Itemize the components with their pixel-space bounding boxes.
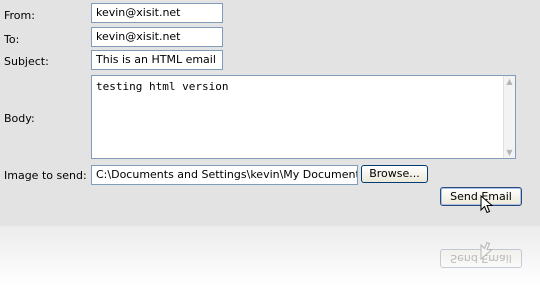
image-label: Image to send: — [4, 169, 87, 182]
scroll-up-icon[interactable]: ▲ — [504, 77, 515, 86]
scroll-down-icon[interactable]: ▼ — [504, 148, 515, 157]
browse-button[interactable]: Browse... — [361, 165, 428, 183]
body-textarea[interactable]: testing html version ▲ ▼ — [91, 75, 516, 159]
from-label: From: — [4, 9, 35, 22]
subject-label: Subject: — [4, 55, 49, 68]
body-scrollbar[interactable]: ▲ ▼ — [503, 76, 515, 158]
to-field[interactable]: kevin@xisit.net — [91, 27, 223, 47]
subject-field[interactable]: This is an HTML email — [91, 50, 223, 70]
body-text: testing html version — [96, 80, 229, 93]
send-button-reflection: Send Email — [440, 241, 522, 268]
mouse-pointer-icon — [480, 195, 494, 214]
to-label: To: — [4, 33, 20, 46]
email-form-panel: From: kevin@xisit.net To: kevin@xisit.ne… — [0, 0, 540, 226]
body-label: Body: — [4, 112, 35, 125]
from-field[interactable]: kevin@xisit.net — [91, 3, 223, 23]
image-path-field[interactable]: C:\Documents and Settings\kevin\My Docum… — [91, 165, 358, 185]
reflection-pointer-icon — [480, 241, 494, 260]
